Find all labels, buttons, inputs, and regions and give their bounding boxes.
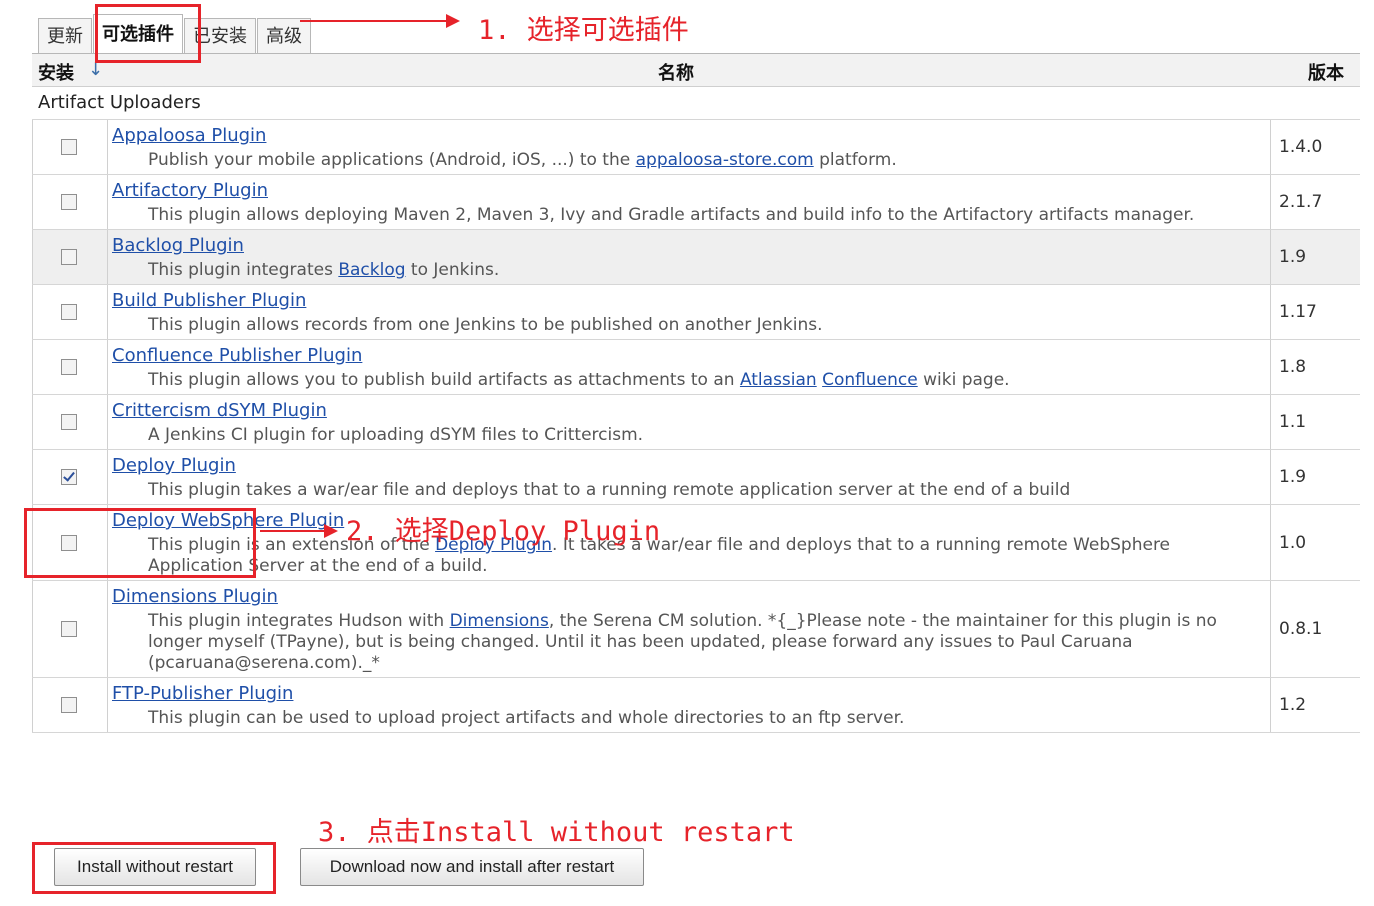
description-text: platform. bbox=[813, 150, 897, 170]
annotation-step1: 1. 选择可选插件 bbox=[478, 15, 689, 46]
arrow-step2-icon bbox=[260, 524, 338, 538]
table-row: Deploy Plugin This plugin takes a war/ear… bbox=[32, 450, 1360, 505]
plugin-description: This plugin integrates Hudson with Dimen… bbox=[112, 611, 1268, 674]
highlight-deploy-plugin bbox=[24, 508, 256, 578]
row-checkbox-cell bbox=[32, 285, 108, 339]
row-name-cell: FTP-Publisher Plugin This plugin can be u… bbox=[112, 678, 1268, 732]
plugin-name-link[interactable]: Confluence Publisher Plugin bbox=[112, 343, 362, 369]
plugin-description: This plugin is an extension of the Deplo… bbox=[112, 535, 1268, 577]
plugin-version: 1.1 bbox=[1270, 395, 1360, 449]
description-text: wiki page. bbox=[917, 370, 1010, 390]
plugin-description: This plugin takes a war/ear file and dep… bbox=[148, 480, 1071, 500]
tab-updates[interactable]: 更新 bbox=[38, 18, 92, 54]
plugin-name-link[interactable]: Deploy Plugin bbox=[112, 453, 236, 479]
row-name-cell: Crittercism dSYM Plugin A Jenkins CI plug… bbox=[112, 395, 1268, 449]
annotation-step3: 3. 点击Install without restart bbox=[318, 817, 795, 848]
row-name-cell: Confluence Publisher Plugin This plugin a… bbox=[112, 340, 1268, 394]
row-checkbox-cell bbox=[32, 581, 108, 677]
install-checkbox[interactable] bbox=[61, 194, 77, 210]
install-checkbox[interactable] bbox=[61, 469, 77, 485]
table-row: FTP-Publisher Plugin This plugin can be u… bbox=[32, 678, 1360, 733]
description-link[interactable]: Atlassian bbox=[740, 370, 817, 390]
description-text: to Jenkins. bbox=[405, 260, 500, 280]
highlight-install-button bbox=[32, 842, 276, 894]
install-checkbox[interactable] bbox=[61, 414, 77, 430]
table-row: Crittercism dSYM Plugin A Jenkins CI plug… bbox=[32, 395, 1360, 450]
header-version[interactable]: 版本 bbox=[1308, 59, 1344, 85]
plugin-table: 安装 ↓ 名称 版本 Artifact Uploaders Appaloosa … bbox=[32, 54, 1360, 733]
highlight-available-tab bbox=[95, 4, 201, 63]
row-name-cell: Artifactory Plugin This plugin allows dep… bbox=[112, 175, 1268, 229]
arrow-step1-icon bbox=[300, 14, 460, 28]
plugin-version: 0.8.1 bbox=[1270, 581, 1360, 677]
row-checkbox-cell bbox=[32, 340, 108, 394]
plugin-description: A Jenkins CI plugin for uploading dSYM f… bbox=[148, 425, 644, 445]
install-checkbox[interactable] bbox=[61, 697, 77, 713]
row-name-cell: Appaloosa Plugin Publish your mobile appl… bbox=[112, 120, 1268, 174]
row-name-cell: Backlog Plugin This plugin integrates Bac… bbox=[112, 230, 1268, 284]
plugin-name-link[interactable]: Dimensions Plugin bbox=[112, 584, 278, 610]
row-checkbox-cell bbox=[32, 175, 108, 229]
table-header: 安装 ↓ 名称 版本 bbox=[32, 54, 1360, 87]
table-row: Confluence Publisher Plugin This plugin a… bbox=[32, 340, 1360, 395]
description-link[interactable]: appaloosa-store.com bbox=[636, 150, 814, 170]
install-checkbox[interactable] bbox=[61, 249, 77, 265]
row-name-cell: Dimensions Plugin This plugin integrates … bbox=[112, 581, 1268, 677]
plugin-name-link[interactable]: Appaloosa Plugin bbox=[112, 123, 266, 149]
row-name-cell: Deploy Plugin This plugin takes a war/ear… bbox=[112, 450, 1268, 504]
row-checkbox-cell bbox=[32, 678, 108, 732]
plugin-description: This plugin can be used to upload projec… bbox=[148, 708, 905, 728]
plugin-version: 1.9 bbox=[1270, 230, 1360, 284]
table-row: Dimensions Plugin This plugin integrates … bbox=[32, 581, 1360, 678]
plugin-name-link[interactable]: Build Publisher Plugin bbox=[112, 288, 306, 314]
plugin-description: This plugin integrates Backlog to Jenkin… bbox=[112, 260, 1268, 281]
annotation-step2: 2. 选择Deploy Plugin bbox=[346, 516, 661, 547]
download-install-after-restart-button[interactable]: Download now and install after restart bbox=[300, 848, 644, 886]
tab-advanced[interactable]: 高级 bbox=[257, 18, 311, 54]
plugin-name-link[interactable]: Artifactory Plugin bbox=[112, 178, 268, 204]
description-link[interactable]: Backlog bbox=[338, 260, 405, 280]
description-link[interactable]: Confluence bbox=[822, 370, 918, 390]
plugin-description: This plugin allows deploying Maven 2, Ma… bbox=[148, 205, 1195, 225]
plugin-name-link[interactable]: FTP-Publisher Plugin bbox=[112, 681, 293, 707]
plugin-version: 1.2 bbox=[1270, 678, 1360, 732]
install-checkbox[interactable] bbox=[61, 621, 77, 637]
row-checkbox-cell bbox=[32, 230, 108, 284]
plugin-version: 2.1.7 bbox=[1270, 175, 1360, 229]
table-row: Build Publisher Plugin This plugin allows… bbox=[32, 285, 1360, 340]
row-checkbox-cell bbox=[32, 395, 108, 449]
description-text: This plugin integrates Hudson with bbox=[148, 611, 450, 631]
plugin-version: 1.9 bbox=[1270, 450, 1360, 504]
row-checkbox-cell bbox=[32, 450, 108, 504]
plugin-version: 1.0 bbox=[1270, 505, 1360, 580]
plugin-version: 1.8 bbox=[1270, 340, 1360, 394]
row-name-cell: Build Publisher Plugin This plugin allows… bbox=[112, 285, 1268, 339]
install-checkbox[interactable] bbox=[61, 304, 77, 320]
description-link[interactable]: Dimensions bbox=[450, 611, 549, 631]
table-row: Artifactory Plugin This plugin allows dep… bbox=[32, 175, 1360, 230]
plugin-name-link[interactable]: Crittercism dSYM Plugin bbox=[112, 398, 327, 424]
plugin-description: This plugin allows you to publish build … bbox=[112, 370, 1268, 391]
description-text: Publish your mobile applications (Androi… bbox=[148, 150, 636, 170]
table-row: Backlog Plugin This plugin integrates Bac… bbox=[32, 230, 1360, 285]
plugin-version: 1.17 bbox=[1270, 285, 1360, 339]
header-install[interactable]: 安装 bbox=[38, 59, 74, 85]
row-checkbox-cell bbox=[32, 120, 108, 174]
description-text: This plugin allows you to publish build … bbox=[148, 370, 740, 390]
plugin-name-link[interactable]: Backlog Plugin bbox=[112, 233, 244, 259]
plugin-version: 1.4.0 bbox=[1270, 120, 1360, 174]
install-checkbox[interactable] bbox=[61, 359, 77, 375]
category-heading: Artifact Uploaders bbox=[32, 87, 1360, 120]
row-name-cell: Deploy WebSphere Plugin This plugin is an… bbox=[112, 505, 1268, 580]
plugin-rows: Appaloosa Plugin Publish your mobile appl… bbox=[32, 120, 1360, 733]
plugin-description: Publish your mobile applications (Androi… bbox=[112, 150, 1268, 171]
header-name[interactable]: 名称 bbox=[658, 59, 694, 85]
install-checkbox[interactable] bbox=[61, 139, 77, 155]
plugin-description: This plugin allows records from one Jenk… bbox=[148, 315, 823, 335]
table-row: Appaloosa Plugin Publish your mobile appl… bbox=[32, 120, 1360, 175]
description-text: This plugin integrates bbox=[148, 260, 339, 280]
